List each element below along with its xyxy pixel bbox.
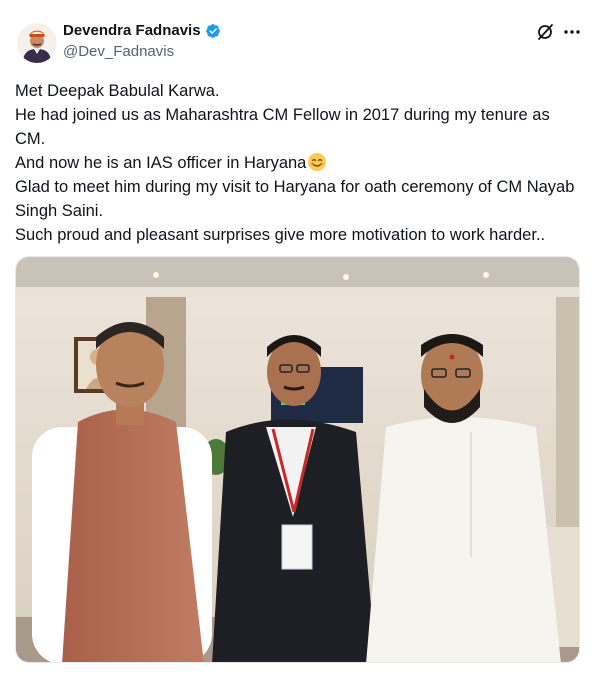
author-display-name[interactable]: Devendra Fadnavis	[63, 22, 201, 39]
author-handle[interactable]: @Dev_Fadnavis	[63, 43, 174, 60]
tweet-line: Glad to meet him during my visit to Hary…	[15, 178, 575, 220]
author-name-row[interactable]: Devendra Fadnavis	[63, 22, 221, 39]
more-icon	[564, 30, 580, 34]
avatar-portrait	[17, 23, 57, 63]
more-options-button[interactable]	[561, 22, 583, 42]
tweet-text: Met Deepak Babulal Karwa. He had joined …	[15, 79, 580, 247]
avatar[interactable]	[17, 23, 57, 63]
tweet-line: And now he is an IAS officer in Haryana	[15, 154, 307, 172]
verified-badge-icon	[205, 23, 221, 39]
tweet-card: Devendra Fadnavis @Dev_Fadnavis Met Deep…	[0, 0, 594, 677]
tweet-photo[interactable]	[15, 256, 580, 663]
tweet-line: Met Deepak Babulal Karwa.	[15, 82, 220, 100]
smiling-face-emoji-icon	[307, 152, 327, 172]
photo-illustration	[16, 257, 579, 662]
tweet-line: Such proud and pleasant surprises give m…	[15, 226, 546, 244]
tweet-header: Devendra Fadnavis @Dev_Fadnavis	[0, 0, 594, 70]
grok-button[interactable]	[535, 22, 555, 42]
tweet-line-with-emoji: And now he is an IAS officer in Haryana	[15, 151, 580, 175]
tweet-line: He had joined us as Maharashtra CM Fello…	[15, 106, 550, 148]
grok-icon	[538, 24, 553, 40]
